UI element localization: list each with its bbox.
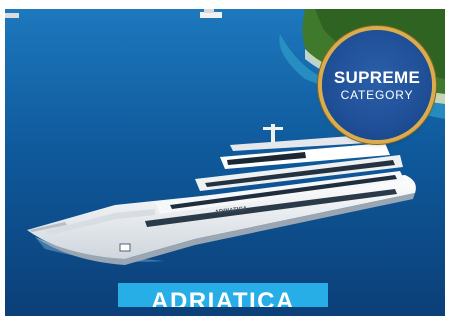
badge-subtitle: CATEGORY xyxy=(340,87,414,102)
hero-card: ADRIATICA SUPREME CATEGORY xyxy=(5,9,445,316)
ship-name-label: ADRIATICA xyxy=(151,288,295,308)
category-badge: SUPREME CATEGORY xyxy=(322,30,432,140)
badge-title: SUPREME xyxy=(333,67,421,87)
ship-name-tab: ADRIATICA xyxy=(118,283,328,307)
